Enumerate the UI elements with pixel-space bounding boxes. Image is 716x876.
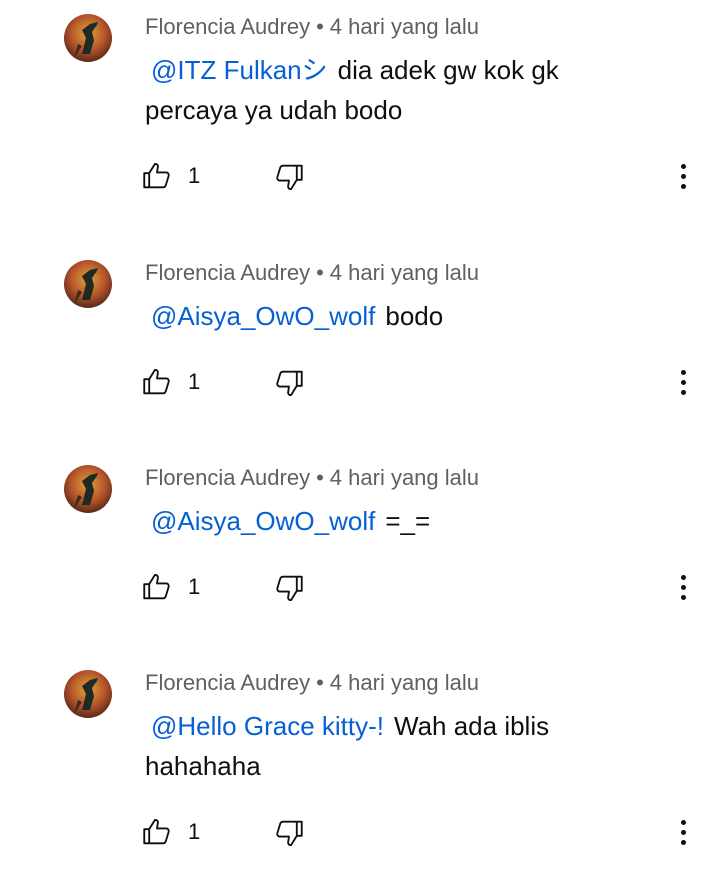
more-vertical-icon-dot: [680, 173, 686, 179]
meta-separator: •: [316, 670, 324, 695]
profile-avatar-icon: [64, 465, 112, 513]
thumbs-up-outline-icon: [143, 369, 170, 395]
more-vertical-icon-dot: [680, 183, 686, 189]
comment-body: =_=: [385, 506, 431, 536]
dislike-button[interactable]: [272, 366, 306, 400]
thumbs-up-outline-icon: [143, 819, 170, 845]
more-options-button[interactable]: [668, 567, 698, 607]
comment-meta: Florencia Audrey • 4 hari yang lalu: [145, 670, 479, 696]
comment-time[interactable]: 4 hari yang lalu: [330, 465, 479, 490]
like-count: 1: [188, 819, 201, 844]
comment-actions: 1: [0, 156, 716, 196]
avatar[interactable]: [64, 260, 112, 308]
thumbs-up-outline-icon: [143, 574, 170, 600]
thumbs-down-outline-icon: [276, 820, 303, 846]
comment-time[interactable]: 4 hari yang lalu: [330, 14, 479, 39]
more-vertical-icon-dot: [680, 584, 686, 590]
comment-author[interactable]: Florencia Audrey: [145, 260, 310, 285]
profile-avatar-icon: [64, 14, 112, 62]
more-vertical-icon-dot: [680, 379, 686, 385]
more-vertical-icon-dot: [680, 369, 686, 375]
dislike-button[interactable]: [272, 160, 306, 194]
comment-author[interactable]: Florencia Audrey: [145, 670, 310, 695]
mention-link[interactable]: @Aisya_OwO_wolf: [151, 301, 375, 331]
like-button[interactable]: 1: [140, 812, 200, 852]
comment-text: @Aisya_OwO_wolf =_=: [145, 501, 615, 541]
comment-actions: 1: [0, 362, 716, 402]
avatar[interactable]: [64, 670, 112, 718]
comment-text: @Aisya_OwO_wolf bodo: [145, 296, 615, 336]
meta-separator: •: [316, 14, 324, 39]
more-vertical-icon-dot: [680, 389, 686, 395]
more-options-button[interactable]: [668, 156, 698, 196]
comment-meta: Florencia Audrey • 4 hari yang lalu: [145, 465, 479, 491]
comment-time[interactable]: 4 hari yang lalu: [330, 670, 479, 695]
more-vertical-icon-dot: [680, 839, 686, 845]
thumbs-down-outline-icon: [276, 164, 303, 190]
more-options-button[interactable]: [668, 812, 698, 852]
dislike-button[interactable]: [272, 816, 306, 850]
more-vertical-icon-dot: [680, 819, 686, 825]
comment-meta: Florencia Audrey • 4 hari yang lalu: [145, 260, 479, 286]
avatar[interactable]: [64, 465, 112, 513]
like-count: 1: [188, 163, 201, 188]
like-count: 1: [188, 369, 201, 394]
comment-time[interactable]: 4 hari yang lalu: [330, 260, 479, 285]
thumbs-down-outline-icon: [276, 575, 303, 601]
comment-actions: 1: [0, 812, 716, 852]
mention-link[interactable]: @Aisya_OwO_wolf: [151, 506, 375, 536]
more-vertical-icon-dot: [680, 829, 686, 835]
profile-avatar-icon: [64, 670, 112, 718]
comment-body: bodo: [385, 301, 444, 331]
like-button[interactable]: 1: [140, 567, 200, 607]
mention-link[interactable]: @Hello Grace kitty-!: [151, 711, 384, 741]
like-button[interactable]: 1: [140, 362, 200, 402]
dislike-button[interactable]: [272, 571, 306, 605]
mention-link[interactable]: @ITZ Fulkanシ: [151, 55, 328, 85]
comment-actions: 1: [0, 567, 716, 607]
like-count: 1: [188, 574, 201, 599]
thumbs-down-outline-icon: [276, 370, 303, 396]
comment-author[interactable]: Florencia Audrey: [145, 14, 310, 39]
comment-meta: Florencia Audrey • 4 hari yang lalu: [145, 14, 479, 40]
like-button[interactable]: 1: [140, 156, 200, 196]
meta-separator: •: [316, 260, 324, 285]
thumbs-up-outline-icon: [143, 163, 170, 189]
profile-avatar-icon: [64, 260, 112, 308]
more-vertical-icon-dot: [680, 574, 686, 580]
more-options-button[interactable]: [668, 362, 698, 402]
comment-text: @ITZ Fulkanシ dia adek gw kok gk percaya y…: [145, 50, 615, 130]
comment-author[interactable]: Florencia Audrey: [145, 465, 310, 490]
comment-text: @Hello Grace kitty-! Wah ada iblis hahaha…: [145, 706, 615, 786]
more-vertical-icon-dot: [680, 594, 686, 600]
avatar[interactable]: [64, 14, 112, 62]
more-vertical-icon-dot: [680, 163, 686, 169]
meta-separator: •: [316, 465, 324, 490]
